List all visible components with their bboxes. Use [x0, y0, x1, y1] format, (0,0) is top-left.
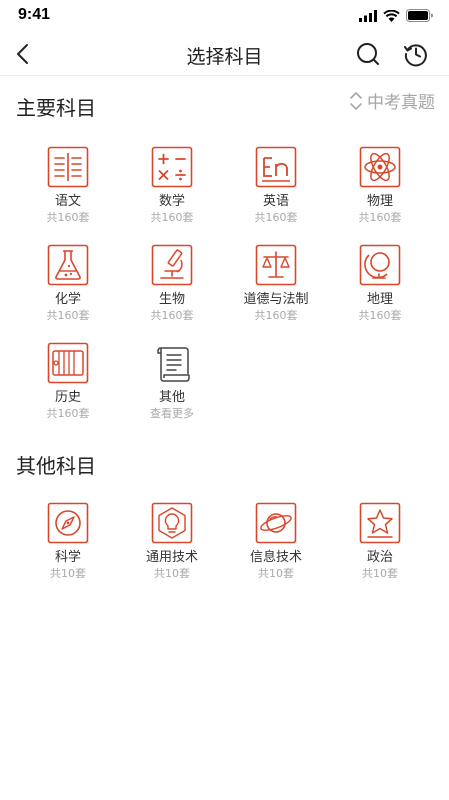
microscope-icon: [151, 244, 193, 286]
exam-toggle-label: 中考真题: [367, 93, 435, 113]
subject-name: 地理: [366, 292, 393, 307]
subject-count: 共160套: [46, 211, 90, 224]
atom-icon: [359, 146, 401, 188]
subject-other[interactable]: 其他 查看更多: [120, 342, 224, 440]
status-bar: 9:41: [0, 0, 449, 32]
subject-name: 信息技术: [249, 550, 302, 565]
subject-geography[interactable]: 地理 共160套: [328, 244, 432, 342]
subject-english[interactable]: 英语 共160套: [224, 146, 328, 244]
subject-name: 通用技术: [145, 550, 198, 565]
subject-name: 历史: [54, 390, 81, 405]
subject-count: 共160套: [358, 211, 402, 224]
subject-count: 共160套: [150, 309, 194, 322]
subject-morality-law[interactable]: 道德与法制 共160套: [224, 244, 328, 342]
math-symbols-icon: [151, 146, 193, 188]
other-subject-grid: 科学 共10套 通用技术 共10套 信息技术 共10套 政治 共10套: [16, 502, 432, 600]
subject-count: 共160套: [150, 211, 194, 224]
subject-name: 科学: [54, 550, 81, 565]
subject-information-technology[interactable]: 信息技术 共10套: [224, 502, 328, 600]
globe-icon: [359, 244, 401, 286]
english-en-icon: [255, 146, 297, 188]
battery-icon: [406, 9, 433, 22]
status-time: 9:41: [18, 6, 51, 23]
search-icon: [357, 43, 379, 65]
subject-name: 生物: [158, 292, 185, 307]
subject-general-technology[interactable]: 通用技术 共10套: [120, 502, 224, 600]
exam-type-toggle[interactable]: 中考真题: [349, 88, 435, 113]
planet-icon: [255, 502, 297, 544]
subject-chinese[interactable]: 语文 共160套: [16, 146, 120, 244]
subject-name: 化学: [54, 292, 81, 307]
book-lines-icon: [47, 146, 89, 188]
subject-politics[interactable]: 政治 共10套: [328, 502, 432, 600]
subject-name: 道德与法制: [243, 292, 309, 307]
subject-history[interactable]: 历史 共160套: [16, 342, 120, 440]
subject-count: 共10套: [154, 567, 190, 580]
subject-physics[interactable]: 物理 共160套: [328, 146, 432, 244]
lightbulb-gear-icon: [151, 502, 193, 544]
subject-name: 物理: [366, 194, 393, 209]
flask-icon: [47, 244, 89, 286]
subject-name: 政治: [366, 550, 393, 565]
scales-icon: [255, 244, 297, 286]
subject-name: 语文: [54, 194, 81, 209]
subject-name: 数学: [158, 194, 185, 209]
star-icon: [359, 502, 401, 544]
sort-arrows-icon: [350, 91, 362, 110]
subject-count: 共160套: [358, 309, 402, 322]
subject-name: 英语: [262, 194, 289, 209]
history-clock-icon: [404, 44, 427, 67]
status-icons: [359, 9, 433, 22]
subject-count: 共10套: [50, 567, 86, 580]
paper-scroll-icon: [157, 347, 190, 382]
subject-count: 查看更多: [150, 407, 194, 420]
subject-chemistry[interactable]: 化学 共160套: [16, 244, 120, 342]
compass-icon: [47, 502, 89, 544]
subject-count: 共160套: [46, 309, 90, 322]
subject-name: 其他: [158, 390, 185, 405]
main-subject-grid: 语文 共160套 数学 共160套 英语 共160套 物理 共160套 化学 共…: [16, 146, 432, 440]
wifi-icon: [383, 9, 400, 22]
main-section-title: 主要科目: [16, 96, 96, 120]
subject-count: 共160套: [254, 309, 298, 322]
subject-math[interactable]: 数学 共160套: [120, 146, 224, 244]
subject-count: 共160套: [254, 211, 298, 224]
subject-count: 共160套: [46, 407, 90, 420]
other-section-title: 其他科目: [16, 454, 96, 478]
scroll-icon: [47, 342, 89, 384]
subject-count: 共10套: [258, 567, 294, 580]
history-button[interactable]: [403, 41, 429, 67]
search-button[interactable]: [355, 41, 381, 67]
page-title: 选择科目: [186, 46, 263, 68]
subject-count: 共10套: [362, 567, 398, 580]
nav-bar: 选择科目: [0, 32, 449, 76]
subject-biology[interactable]: 生物 共160套: [120, 244, 224, 342]
subject-science[interactable]: 科学 共10套: [16, 502, 120, 600]
signal-icon: [359, 9, 377, 22]
